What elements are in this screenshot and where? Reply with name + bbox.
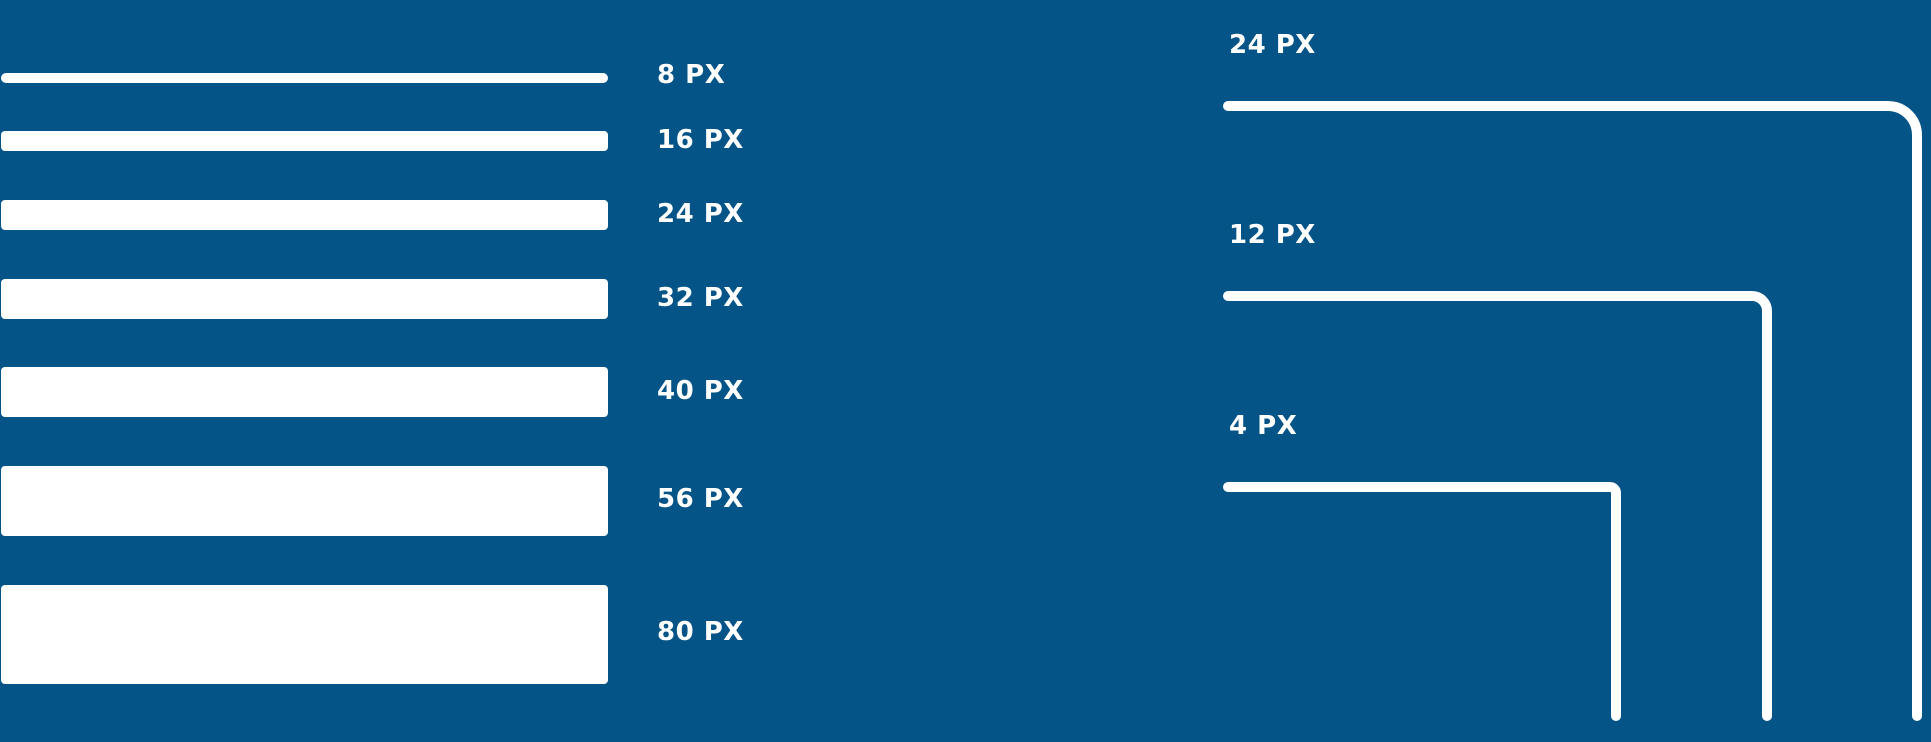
corner-12px	[1223, 291, 1772, 721]
bar-label-80px: 80 PX	[657, 617, 744, 647]
bar-16px	[1, 131, 608, 151]
corner-label-24px: 24 PX	[1229, 30, 1316, 60]
bar-label-32px: 32 PX	[657, 283, 744, 313]
bar-label-40px: 40 PX	[657, 376, 744, 406]
bar-24px	[1, 200, 608, 230]
bar-40px	[1, 367, 608, 417]
corner-4px	[1223, 482, 1621, 721]
bar-label-24px: 24 PX	[657, 199, 744, 229]
bar-8px	[1, 73, 608, 83]
bar-label-8px: 8 PX	[657, 60, 726, 90]
bar-label-16px: 16 PX	[657, 125, 744, 155]
spacing-and-radius-canvas	[1, 73, 1922, 721]
corner-label-12px: 12 PX	[1229, 220, 1316, 250]
bar-label-56px: 56 PX	[657, 484, 744, 514]
bar-32px	[1, 279, 608, 319]
corner-radius-group	[1223, 101, 1922, 721]
bar-56px	[1, 466, 608, 536]
corner-label-4px: 4 PX	[1229, 411, 1298, 441]
thickness-bars-group	[1, 73, 608, 684]
corner-24px	[1223, 101, 1922, 721]
bar-80px	[1, 585, 608, 684]
